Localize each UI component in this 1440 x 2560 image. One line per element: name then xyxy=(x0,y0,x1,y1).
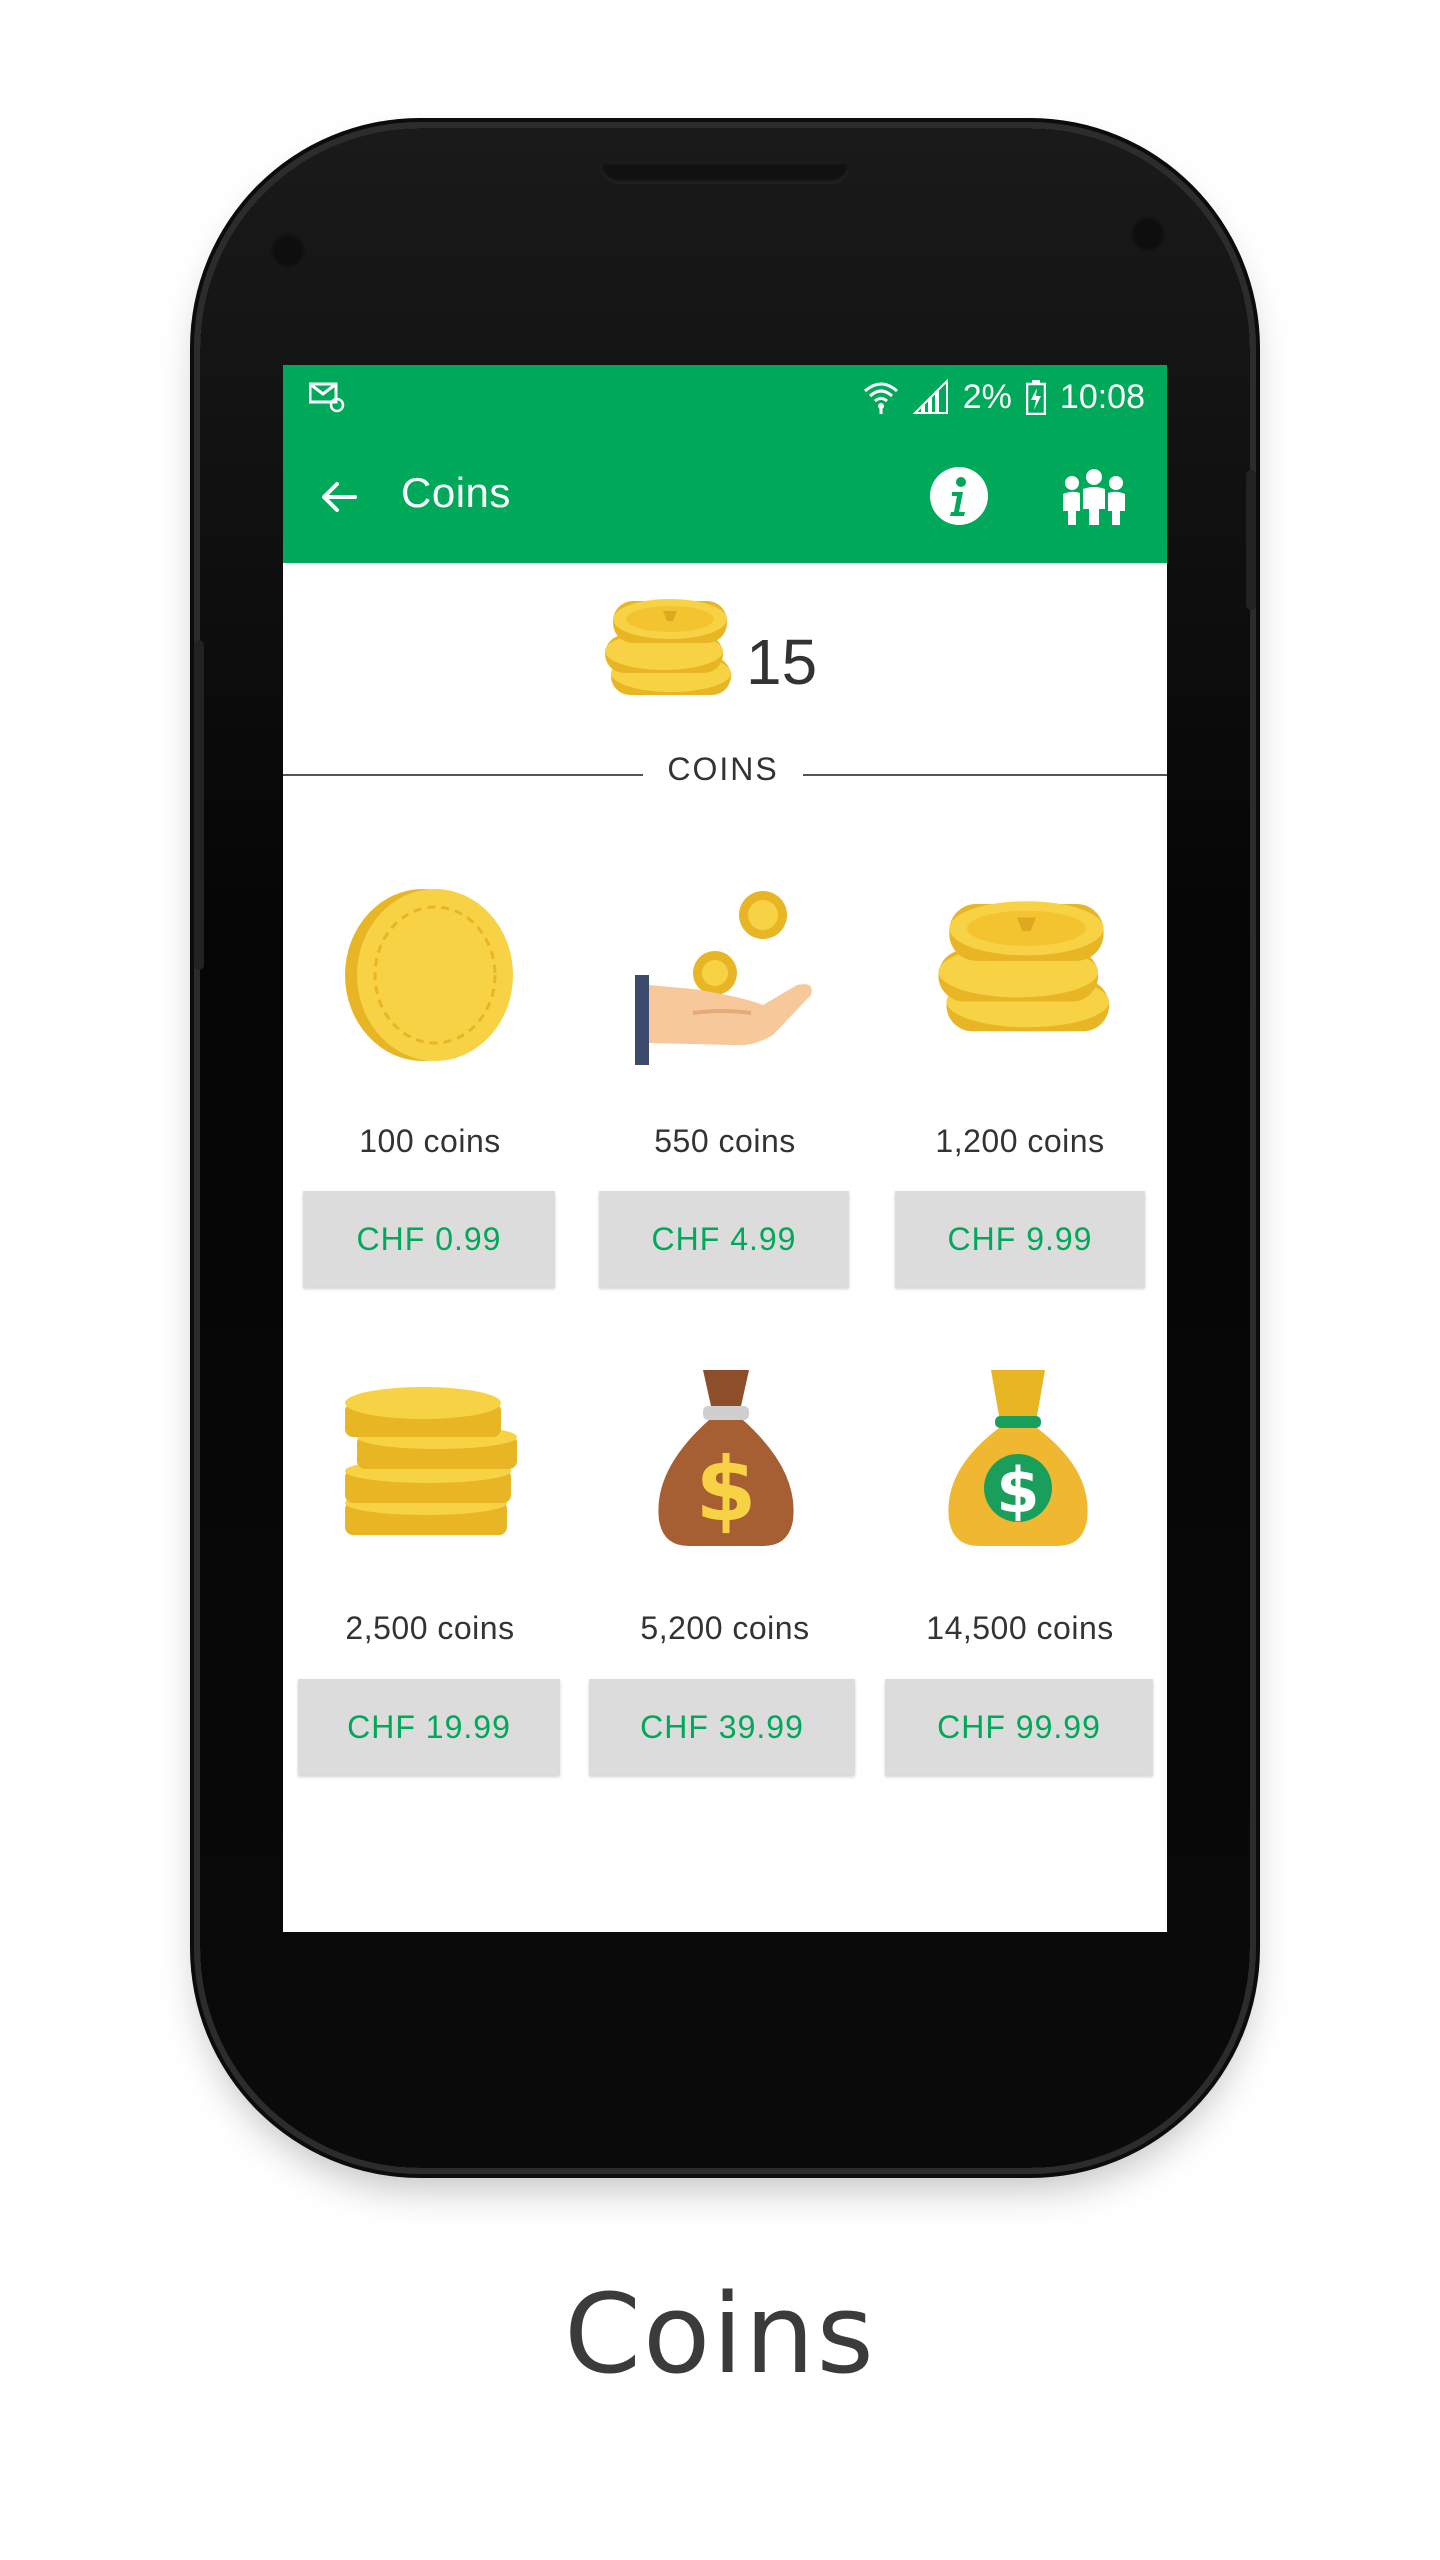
package-coins-label: 100 coins xyxy=(359,1123,501,1159)
cell-signal-icon xyxy=(912,379,948,414)
volume-button xyxy=(194,640,204,970)
screenshot-caption: Coins xyxy=(564,2270,876,2398)
package-coins-label: 2,500 coins xyxy=(345,1610,515,1646)
front-camera xyxy=(1130,216,1166,252)
coin-pile-icon xyxy=(938,901,1109,1032)
buy-550-coins-button[interactable]: CHF 4.99 xyxy=(599,1191,849,1287)
package-coins-label: 550 coins xyxy=(654,1123,796,1159)
svg-text:$: $ xyxy=(695,1438,756,1541)
status-bar: 2% 10:08 xyxy=(283,365,1167,429)
hand-coins-icon xyxy=(635,891,812,1065)
page-title: Coins xyxy=(401,469,511,516)
buy-14500-coins-button[interactable]: CHF 99.99 xyxy=(885,1679,1153,1775)
group-icon[interactable] xyxy=(1061,465,1127,527)
app-screen: 2% 10:08 Coins 15 COINS 100 coins CHF 0.… xyxy=(283,365,1167,1932)
svg-text:$: $ xyxy=(996,1454,1039,1527)
buy-5200-coins-button[interactable]: CHF 39.99 xyxy=(589,1679,855,1775)
power-button xyxy=(1246,470,1256,610)
status-icons: 2% 10:08 xyxy=(863,377,1145,417)
buy-100-coins-button[interactable]: CHF 0.99 xyxy=(303,1191,555,1287)
battery-charging-icon xyxy=(1025,380,1046,415)
coin-stack-icon xyxy=(345,1387,517,1535)
coin-pile-icon xyxy=(605,599,731,695)
wifi-icon xyxy=(863,382,898,414)
front-sensor xyxy=(270,233,306,269)
single-coin-icon xyxy=(345,889,513,1061)
package-coins-label: 1,200 coins xyxy=(935,1123,1105,1159)
coin-balance-value: 15 xyxy=(746,626,818,698)
coin-balance: 15 xyxy=(601,587,861,717)
email-notification-icon xyxy=(309,382,345,413)
info-icon[interactable] xyxy=(928,465,990,527)
gold-money-bag-icon: $ xyxy=(948,1370,1088,1546)
battery-percent: 2% xyxy=(962,377,1012,416)
section-divider xyxy=(283,774,643,776)
back-arrow-icon[interactable] xyxy=(315,473,363,521)
buy-2500-coins-button[interactable]: CHF 19.99 xyxy=(298,1679,560,1775)
package-coins-label: 5,200 coins xyxy=(640,1610,810,1646)
section-title: COINS xyxy=(667,751,779,787)
package-coins-label: 14,500 coins xyxy=(926,1610,1114,1646)
app-bar: Coins xyxy=(283,429,1167,563)
clock: 10:08 xyxy=(1059,377,1145,416)
brown-money-bag-icon: $ xyxy=(658,1370,794,1546)
earpiece-speaker xyxy=(600,164,850,184)
section-divider xyxy=(803,774,1167,776)
buy-1200-coins-button[interactable]: CHF 9.99 xyxy=(895,1191,1145,1287)
